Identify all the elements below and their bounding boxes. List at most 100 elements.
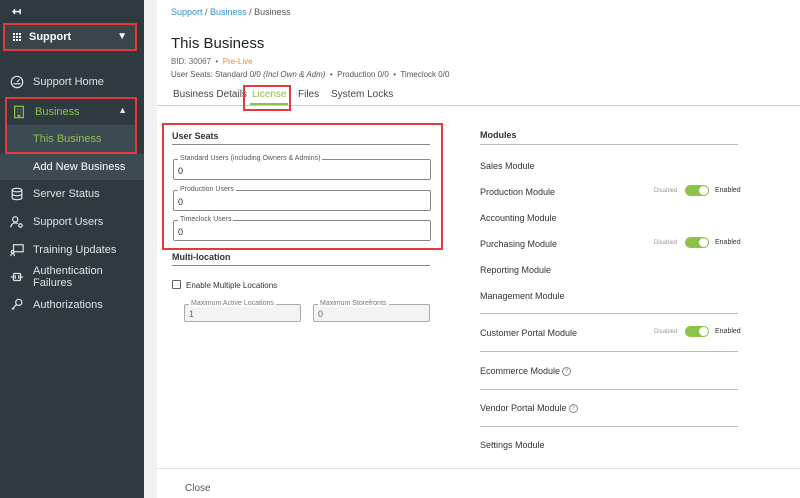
sidebar-item-label: This Business (33, 132, 102, 145)
close-button[interactable]: Close (185, 483, 211, 494)
field-label: Maximum Active Locations (189, 300, 276, 307)
breadcrumb-business-link[interactable]: Business (210, 7, 247, 17)
enabled-text: Enabled (715, 187, 741, 194)
production-module-toggle[interactable] (685, 185, 709, 196)
chevron-down-icon: ▼ (117, 31, 127, 42)
sidebar-item-this-business[interactable]: This Business (7, 125, 135, 152)
breadcrumb-current: Business (254, 7, 291, 17)
key-icon (10, 298, 24, 312)
sidebar-item-label: Training Updates (33, 244, 117, 256)
seats-note: (Incl Own & Adm) (263, 70, 326, 79)
chevron-up-icon: ▲ (118, 105, 127, 115)
sidebar-item-label: Authentication Failures (33, 265, 103, 289)
seat-summary: User Seats: Standard 0/0 (Incl Own & Adm… (171, 70, 449, 79)
app-selector-label: Support (29, 31, 72, 43)
seats-summary-text: User Seats: Standard 0/0 (171, 70, 261, 79)
divider (480, 351, 738, 352)
meta-dot: • (215, 57, 219, 66)
production-module-label: Production Module (480, 187, 556, 197)
max-active-locations-field: Maximum Active Locations 1 (184, 300, 301, 322)
modules-title: Modules (480, 130, 517, 140)
multi-location-title: Multi-location (172, 252, 231, 262)
bid-label: BID: 30067 (171, 57, 212, 66)
sidebar-item-authorizations[interactable]: Authorizations (0, 291, 144, 319)
sidebar-item-label: Authorizations (33, 299, 103, 311)
sales-module-label: Sales Module (480, 161, 535, 171)
sidebar-item-label: Add New Business (33, 161, 126, 173)
help-icon[interactable]: ? (562, 367, 572, 377)
field-label: Timeclock Users (178, 216, 234, 223)
field-value: 0 (318, 309, 324, 319)
business-meta: BID: 30067 • Pre-Live (171, 57, 253, 66)
field-value: 0 (178, 197, 184, 207)
production-users-field[interactable]: Production Users 0 (173, 186, 431, 211)
sidebar-item-label: Support Home (33, 76, 104, 88)
sidebar: ↤ Support ▼ Support Home Business ▲ This… (0, 0, 144, 498)
divider (480, 389, 738, 390)
business-group: Business ▲ This Business (5, 97, 137, 154)
sidebar-item-support-home[interactable]: Support Home (0, 68, 144, 96)
user-seats-title: User Seats (172, 131, 219, 141)
ecommerce-module-text: Ecommerce Module (480, 366, 561, 376)
timeclock-users-field[interactable]: Timeclock Users 0 (173, 216, 431, 241)
disabled-text: Disabled (654, 329, 678, 335)
license-tab-highlight (243, 85, 291, 111)
field-label: Standard Users (including Owners & Admin… (178, 155, 323, 162)
breadcrumb-support-link[interactable]: Support (171, 7, 203, 17)
meta-dot: • (393, 70, 397, 79)
purchasing-module-toggle[interactable] (685, 237, 709, 248)
tab-files[interactable]: Files (298, 89, 319, 100)
field-value: 0 (178, 166, 184, 176)
standard-users-field[interactable]: Standard Users (including Owners & Admin… (173, 155, 431, 180)
page-title: This Business (171, 35, 265, 52)
divider (172, 144, 430, 145)
settings-module-label: Settings Module (480, 440, 545, 450)
disabled-text: Disabled (654, 240, 678, 246)
status-badge: Pre-Live (222, 57, 253, 66)
divider (480, 144, 738, 145)
customer-portal-module-label: Customer Portal Module (480, 328, 578, 338)
enabled-text: Enabled (715, 328, 741, 335)
tab-business-details[interactable]: Business Details (173, 89, 247, 100)
divider (172, 265, 430, 266)
building-icon (14, 105, 24, 118)
sidebar-item-server-status[interactable]: Server Status (0, 180, 144, 208)
sidebar-item-training-updates[interactable]: Training Updates (0, 236, 144, 264)
management-module-label: Management Module (480, 291, 565, 301)
breadcrumb-sep: / (202, 7, 211, 17)
production-summary: Production 0/0 (337, 70, 389, 79)
user-gear-icon (10, 215, 24, 229)
app-selector[interactable]: Support ▼ (3, 23, 137, 51)
sidebar-item-business[interactable]: Business ▲ (7, 99, 135, 124)
timeclock-summary: Timeclock 0/0 (400, 70, 450, 79)
field-label: Maximum Storefronts (318, 300, 389, 307)
field-value: 1 (189, 309, 195, 319)
vendor-portal-module-text: Vendor Portal Module (480, 403, 567, 413)
footer-divider (157, 468, 800, 469)
purchasing-module-label: Purchasing Module (480, 239, 558, 249)
disabled-text: Disabled (654, 188, 678, 194)
meta-dot: • (329, 70, 333, 79)
accounting-module-label: Accounting Module (480, 213, 557, 223)
breadcrumb: Support / Business / Business (171, 7, 291, 17)
sidebar-item-authentication-failures[interactable]: Authentication Failures (0, 263, 144, 291)
vendor-portal-module-label: Vendor Portal Module? (480, 403, 578, 414)
plug-icon (10, 270, 24, 284)
max-storefronts-field: Maximum Storefronts 0 (313, 300, 430, 322)
help-icon[interactable]: ? (568, 404, 578, 414)
divider (480, 313, 738, 314)
sidebar-item-add-new-business[interactable]: Add New Business (0, 154, 144, 180)
customer-portal-module-toggle[interactable] (685, 326, 709, 337)
sidebar-item-label: Business (35, 105, 80, 118)
collapse-sidebar-icon[interactable]: ↤ (12, 5, 21, 18)
tab-system-locks[interactable]: System Locks (331, 89, 393, 100)
gauge-icon (10, 75, 24, 89)
grid-icon (13, 33, 21, 41)
divider (480, 426, 738, 427)
sidebar-item-support-users[interactable]: Support Users (0, 208, 144, 236)
reporting-module-label: Reporting Module (480, 265, 552, 275)
enable-multiple-locations-label: Enable Multiple Locations (186, 281, 278, 290)
sidebar-item-label: Server Status (33, 188, 100, 200)
enable-multiple-locations-checkbox[interactable] (172, 280, 181, 289)
field-value: 0 (178, 227, 184, 237)
